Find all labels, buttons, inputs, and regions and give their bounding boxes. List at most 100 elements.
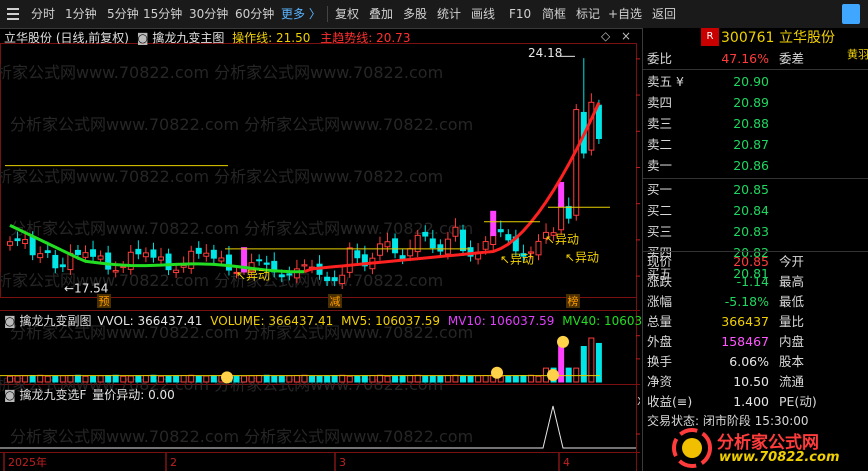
divider xyxy=(643,178,868,179)
tab-30min[interactable]: 30分钟 xyxy=(185,4,232,24)
volume-bar xyxy=(595,342,602,383)
main-indicator-name[interactable]: 擒龙九变主图 xyxy=(152,31,224,45)
candle xyxy=(573,109,580,216)
stat-row-label: 现价 xyxy=(647,254,673,269)
window-menu-icon[interactable] xyxy=(842,4,860,24)
tab-60min[interactable]: 60分钟 xyxy=(231,4,278,24)
candle xyxy=(407,248,414,257)
vol-menu-icon[interactable]: ◙ xyxy=(4,314,16,328)
candle xyxy=(90,249,97,257)
candle xyxy=(29,236,36,256)
candle xyxy=(37,253,44,259)
stat-row: 外盘 158467 内盘 xyxy=(643,332,868,352)
simple-frame-button[interactable]: 简框 xyxy=(538,4,570,24)
stats-button[interactable]: 统计 xyxy=(433,4,465,24)
event-label-pre: 预 xyxy=(99,295,110,308)
stat-row-label2: 最高 xyxy=(779,274,805,289)
candle xyxy=(505,234,512,241)
stat-row-label2: 流通 xyxy=(779,374,805,389)
tab-5min[interactable]: 5分钟 xyxy=(103,4,143,24)
ask-row-label: 卖二 xyxy=(647,137,673,152)
candle xyxy=(7,241,13,246)
close-icon[interactable]: × xyxy=(621,29,631,43)
signal-label: ↖异动 xyxy=(500,252,534,266)
toolbar-divider xyxy=(327,6,328,22)
candle xyxy=(135,248,142,255)
top-toolbar: 分时 1分钟 5分钟 15分钟 30分钟 60分钟 更多 〉 复权 叠加 多股 … xyxy=(0,0,868,29)
op-line-value: 21.50 xyxy=(276,31,311,45)
volume-bar xyxy=(22,375,29,383)
ask-row-label: 卖五 ¥ xyxy=(647,74,684,89)
stock-code: 300761 xyxy=(721,30,775,46)
chart-area: 分析家公式网www.70822.com 分析家公式网www.70822.com 分… xyxy=(0,28,669,471)
candle xyxy=(452,226,459,237)
kline-chart[interactable]: 分析家公式网www.70822.com 分析家公式网www.70822.com 分… xyxy=(0,28,640,471)
stat-row: 总量 366437 量比 xyxy=(643,312,868,332)
volume-bar xyxy=(233,375,240,383)
volume-bar xyxy=(354,375,361,383)
candle xyxy=(165,253,172,271)
volume-bar xyxy=(376,374,383,383)
ask-row-price: 20.90 xyxy=(733,74,769,89)
back-button[interactable]: 返回 xyxy=(648,4,680,24)
candle xyxy=(158,256,164,261)
stock-name: 立华股份 xyxy=(779,30,835,46)
indicator-menu-icon[interactable]: ◙ xyxy=(137,31,149,45)
volume-bar xyxy=(150,374,157,383)
volume-bar xyxy=(82,375,89,383)
candle xyxy=(497,229,504,233)
sel-menu-icon[interactable]: ◙ xyxy=(4,388,16,402)
volume-bar xyxy=(188,374,195,383)
stat-row-label: 净资 xyxy=(647,374,673,389)
fuquan-button[interactable]: 复权 xyxy=(331,4,363,24)
stat-row-price: -1.14 xyxy=(736,274,769,289)
volume-bar xyxy=(293,375,300,383)
ask-row: 卖五 ¥ 20.90 xyxy=(643,72,868,92)
volume-bar xyxy=(399,375,406,383)
money-bag-icon xyxy=(491,366,503,379)
volume-bar xyxy=(142,375,149,383)
watermark-text: 分析家公式网www.70822.com 分析家公式网www.70822.com xyxy=(0,63,443,82)
watermark-text: 分析家公式网www.70822.com 分析家公式网www.70822.com xyxy=(0,167,443,186)
vol-indicator-name[interactable]: 擒龙九变副图 xyxy=(19,314,91,328)
diamond-icon[interactable]: ◇ xyxy=(601,29,610,43)
volume-bar xyxy=(437,375,444,383)
sel-indicator-name[interactable]: 擒龙九变选F xyxy=(19,388,86,402)
stat-row: 换手 6.06% 股本 xyxy=(643,352,868,372)
x-tick-label: 2 xyxy=(170,456,177,469)
candle xyxy=(460,229,466,252)
stat-row-price: 158467 xyxy=(721,334,769,349)
candle xyxy=(331,277,338,282)
volume-bar xyxy=(241,375,248,383)
stat-row-label2: 股本 xyxy=(779,354,805,369)
draw-line-button[interactable]: 画线 xyxy=(467,4,499,24)
volume-bar xyxy=(316,375,323,383)
tab-15min[interactable]: 15分钟 xyxy=(139,4,186,24)
bid-row-label: 买一 xyxy=(647,182,673,197)
bid-row-price: 20.85 xyxy=(733,182,769,197)
ask-row: 卖四 20.89 xyxy=(643,93,868,113)
candle xyxy=(384,241,391,248)
menu-icon[interactable] xyxy=(7,6,19,22)
candle xyxy=(565,206,572,219)
f10-button[interactable]: F10 xyxy=(505,4,535,24)
candle xyxy=(263,262,270,265)
ask-row: 卖一 20.86 xyxy=(643,156,868,176)
tab-1min[interactable]: 1分钟 xyxy=(61,4,101,24)
mark-button[interactable]: 标记 xyxy=(572,4,604,24)
more-button[interactable]: 更多 〉 xyxy=(277,4,325,24)
stat-row-price: 6.06% xyxy=(729,354,769,369)
volume-bar xyxy=(467,375,474,383)
volume-bar xyxy=(520,375,527,383)
stat-row: 收益(≡) 1.400 PE(动) xyxy=(643,392,868,412)
bid-row: 买一 20.85 xyxy=(643,180,868,200)
candle xyxy=(392,238,399,254)
high-price-label: 24.18 xyxy=(528,46,562,60)
add-watchlist-button[interactable]: +自选 xyxy=(604,4,646,24)
multi-stock-button[interactable]: 多股 xyxy=(399,4,431,24)
volume-bar xyxy=(203,375,210,383)
stat-row-price: 20.85 xyxy=(733,254,769,269)
overlay-button[interactable]: 叠加 xyxy=(365,4,397,24)
tab-fenshi[interactable]: 分时 xyxy=(27,4,59,24)
volume-bar xyxy=(180,375,187,383)
